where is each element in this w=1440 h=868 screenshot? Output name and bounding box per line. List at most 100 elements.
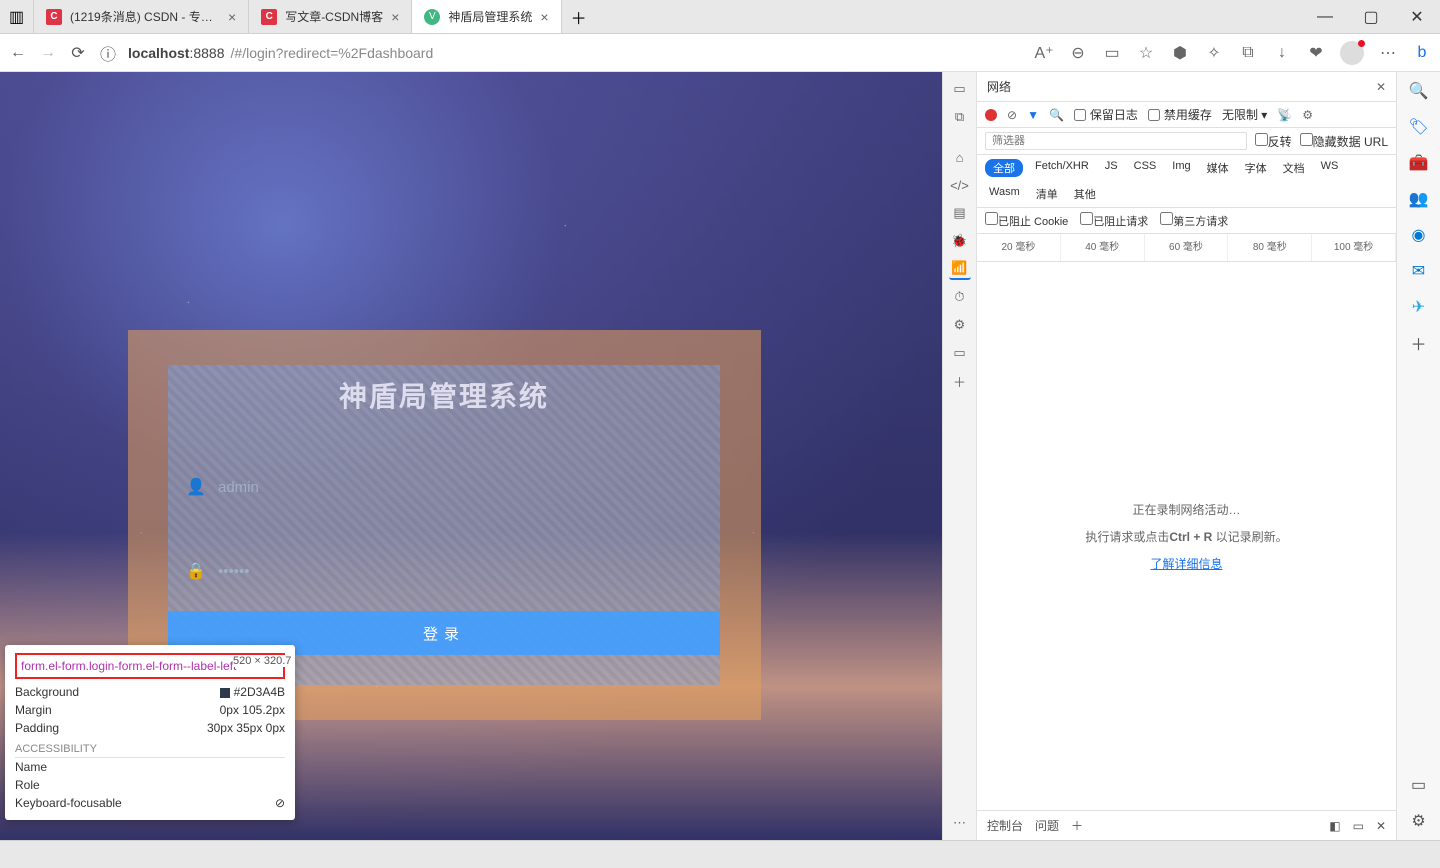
new-tab-button[interactable]: ＋ — [562, 0, 596, 33]
panel-close-icon[interactable]: ✕ — [1376, 80, 1386, 94]
learn-more-link[interactable]: 了解详细信息 — [1150, 555, 1222, 572]
type-other[interactable]: 其他 — [1070, 185, 1100, 203]
window-maximize[interactable]: ▢ — [1348, 0, 1394, 33]
gear-icon[interactable]: ⚙ — [1408, 810, 1430, 832]
address-bar: ← → ⟳ ⓘ localhost:8888/#/login?redirect=… — [0, 34, 1440, 72]
site-info-icon[interactable]: ⓘ — [98, 43, 118, 63]
devtools-network-panel: 网络 ✕ ⊘ ▼ 🔍 保留日志 禁用缓存 无限制 ▾ 📡 ⚙ 反转 隐藏数据 U… — [976, 72, 1396, 840]
type-doc[interactable]: 文档 — [1279, 159, 1309, 177]
search-icon[interactable]: 🔍 — [1408, 80, 1430, 102]
timeline-tick: 20 毫秒 — [977, 234, 1061, 261]
third-party-checkbox[interactable]: 第三方请求 — [1160, 212, 1228, 229]
drawer-close-icon[interactable]: ✕ — [1376, 819, 1386, 833]
no-icon: ⊘ — [275, 796, 285, 810]
search-icon[interactable]: 🔍 — [1049, 108, 1064, 122]
blocked-requests-checkbox[interactable]: 已阻止请求 — [1080, 212, 1148, 229]
people-icon[interactable]: 👥 — [1408, 188, 1430, 210]
vue-favicon: V — [424, 9, 440, 25]
type-img[interactable]: Img — [1168, 159, 1194, 177]
type-css[interactable]: CSS — [1130, 159, 1161, 177]
throttle-select[interactable]: 无限制 ▾ — [1222, 106, 1267, 123]
type-wasm[interactable]: Wasm — [985, 185, 1024, 203]
add-icon[interactable]: ＋ — [1408, 332, 1430, 354]
tab-actions-icon[interactable]: ▥ — [0, 0, 34, 33]
tab-csdn-write[interactable]: C 写文章-CSDN博客 × — [249, 0, 412, 33]
heart-icon[interactable]: ❤ — [1306, 43, 1326, 63]
password-input[interactable] — [218, 563, 702, 580]
preserve-log-checkbox[interactable]: 保留日志 — [1074, 106, 1138, 123]
shopping-icon[interactable]: 🏷 — [1408, 116, 1430, 138]
close-icon[interactable]: × — [540, 9, 548, 25]
memory-icon[interactable]: ⚙ — [949, 314, 971, 336]
username-input[interactable] — [218, 479, 702, 496]
back-icon[interactable]: ← — [8, 43, 28, 63]
collections-icon[interactable]: ⧉ — [1238, 43, 1258, 63]
telegram-icon[interactable]: ✈ — [1408, 296, 1430, 318]
collapse-icon[interactable]: ▭ — [1408, 774, 1430, 796]
performance-icon[interactable]: ⏱ — [949, 286, 971, 308]
url-field[interactable]: localhost:8888/#/login?redirect=%2Fdashb… — [128, 45, 1024, 61]
hint-text: 执行请求或点击Ctrl + R 以记录刷新。 — [1085, 528, 1287, 545]
tab-app-active[interactable]: V 神盾局管理系统 × — [412, 0, 561, 33]
favorite-icon[interactable]: ☆ — [1136, 43, 1156, 63]
refresh-icon[interactable]: ⟳ — [68, 43, 88, 63]
record-button[interactable] — [985, 109, 997, 121]
close-icon[interactable]: × — [391, 9, 399, 25]
drawer-console-tab[interactable]: 控制台 — [987, 817, 1023, 834]
inspect-icon[interactable]: ▭ — [949, 78, 971, 100]
elements-icon[interactable]: </> — [949, 174, 971, 196]
close-icon[interactable]: × — [228, 9, 236, 25]
more-icon[interactable]: ⋯ — [1378, 43, 1398, 63]
sources-icon[interactable]: 🐞 — [949, 230, 971, 252]
performance-icon[interactable]: ✧ — [1204, 43, 1224, 63]
tab-label: 写文章-CSDN博客 — [285, 8, 383, 25]
office-icon[interactable]: ◉ — [1408, 224, 1430, 246]
drawer-issues-tab[interactable]: 问题 — [1035, 817, 1059, 834]
network-conditions-icon[interactable]: 📡 — [1277, 108, 1292, 122]
drawer-dock-icon[interactable]: ▭ — [1353, 819, 1364, 833]
device-icon[interactable]: ⧉ — [949, 106, 971, 128]
user-icon: 👤 — [186, 477, 204, 497]
network-icon[interactable]: 📶 — [949, 258, 971, 280]
drawer-layers-icon[interactable]: ◧ — [1329, 819, 1340, 833]
network-timeline[interactable]: 20 毫秒 40 毫秒 60 毫秒 80 毫秒 100 毫秒 — [977, 234, 1396, 262]
welcome-icon[interactable]: ⌂ — [949, 146, 971, 168]
zoom-out-icon[interactable]: ⊖ — [1068, 43, 1088, 63]
reader-icon[interactable]: ▭ — [1102, 43, 1122, 63]
network-empty-state: 正在录制网络活动… 执行请求或点击Ctrl + R 以记录刷新。 了解详细信息 — [977, 262, 1396, 810]
window-close[interactable]: ✕ — [1394, 0, 1440, 33]
type-font[interactable]: 字体 — [1241, 159, 1271, 177]
type-fetch[interactable]: Fetch/XHR — [1031, 159, 1093, 177]
type-all[interactable]: 全部 — [985, 159, 1023, 177]
tab-csdn-inbox[interactable]: C (1219条消息) CSDN - 专业开发… × — [34, 0, 249, 33]
bing-icon[interactable]: b — [1412, 43, 1432, 63]
blocked-cookies-checkbox[interactable]: 已阻止 Cookie — [985, 212, 1068, 229]
invert-checkbox[interactable]: 反转 — [1255, 133, 1292, 150]
request-type-filters: 全部 Fetch/XHR JS CSS Img 媒体 字体 文档 WS Wasm… — [977, 155, 1396, 208]
type-js[interactable]: JS — [1101, 159, 1122, 177]
window-minimize[interactable]: — — [1302, 0, 1348, 33]
hide-data-url-checkbox[interactable]: 隐藏数据 URL — [1300, 133, 1388, 150]
timeline-tick: 40 毫秒 — [1061, 234, 1145, 261]
application-icon[interactable]: ▭ — [949, 342, 971, 364]
type-ws[interactable]: WS — [1317, 159, 1343, 177]
profile-avatar[interactable] — [1340, 41, 1364, 65]
overflow-icon[interactable]: ⋯ — [949, 812, 971, 834]
dimensions-text: 520 × 320.7 — [233, 655, 291, 667]
extensions-icon[interactable]: ⬢ — [1170, 43, 1190, 63]
clear-icon[interactable]: ⊘ — [1007, 108, 1017, 122]
downloads-icon[interactable]: ↓ — [1272, 43, 1292, 63]
filter-input[interactable] — [985, 132, 1247, 150]
recording-text: 正在录制网络活动… — [1132, 501, 1240, 518]
outlook-icon[interactable]: ✉ — [1408, 260, 1430, 282]
toolbox-icon[interactable]: 🧰 — [1408, 152, 1430, 174]
disable-cache-checkbox[interactable]: 禁用缓存 — [1148, 106, 1212, 123]
drawer-add-icon[interactable]: ＋ — [1071, 817, 1083, 834]
settings-icon[interactable]: ⚙ — [1302, 108, 1313, 122]
more-tools-icon[interactable]: ＋ — [949, 370, 971, 392]
console-icon[interactable]: ▤ — [949, 202, 971, 224]
type-manifest[interactable]: 清单 — [1032, 185, 1062, 203]
read-aloud-icon[interactable]: A⁺ — [1034, 43, 1054, 63]
type-media[interactable]: 媒体 — [1203, 159, 1233, 177]
filter-toggle-icon[interactable]: ▼ — [1027, 108, 1039, 122]
